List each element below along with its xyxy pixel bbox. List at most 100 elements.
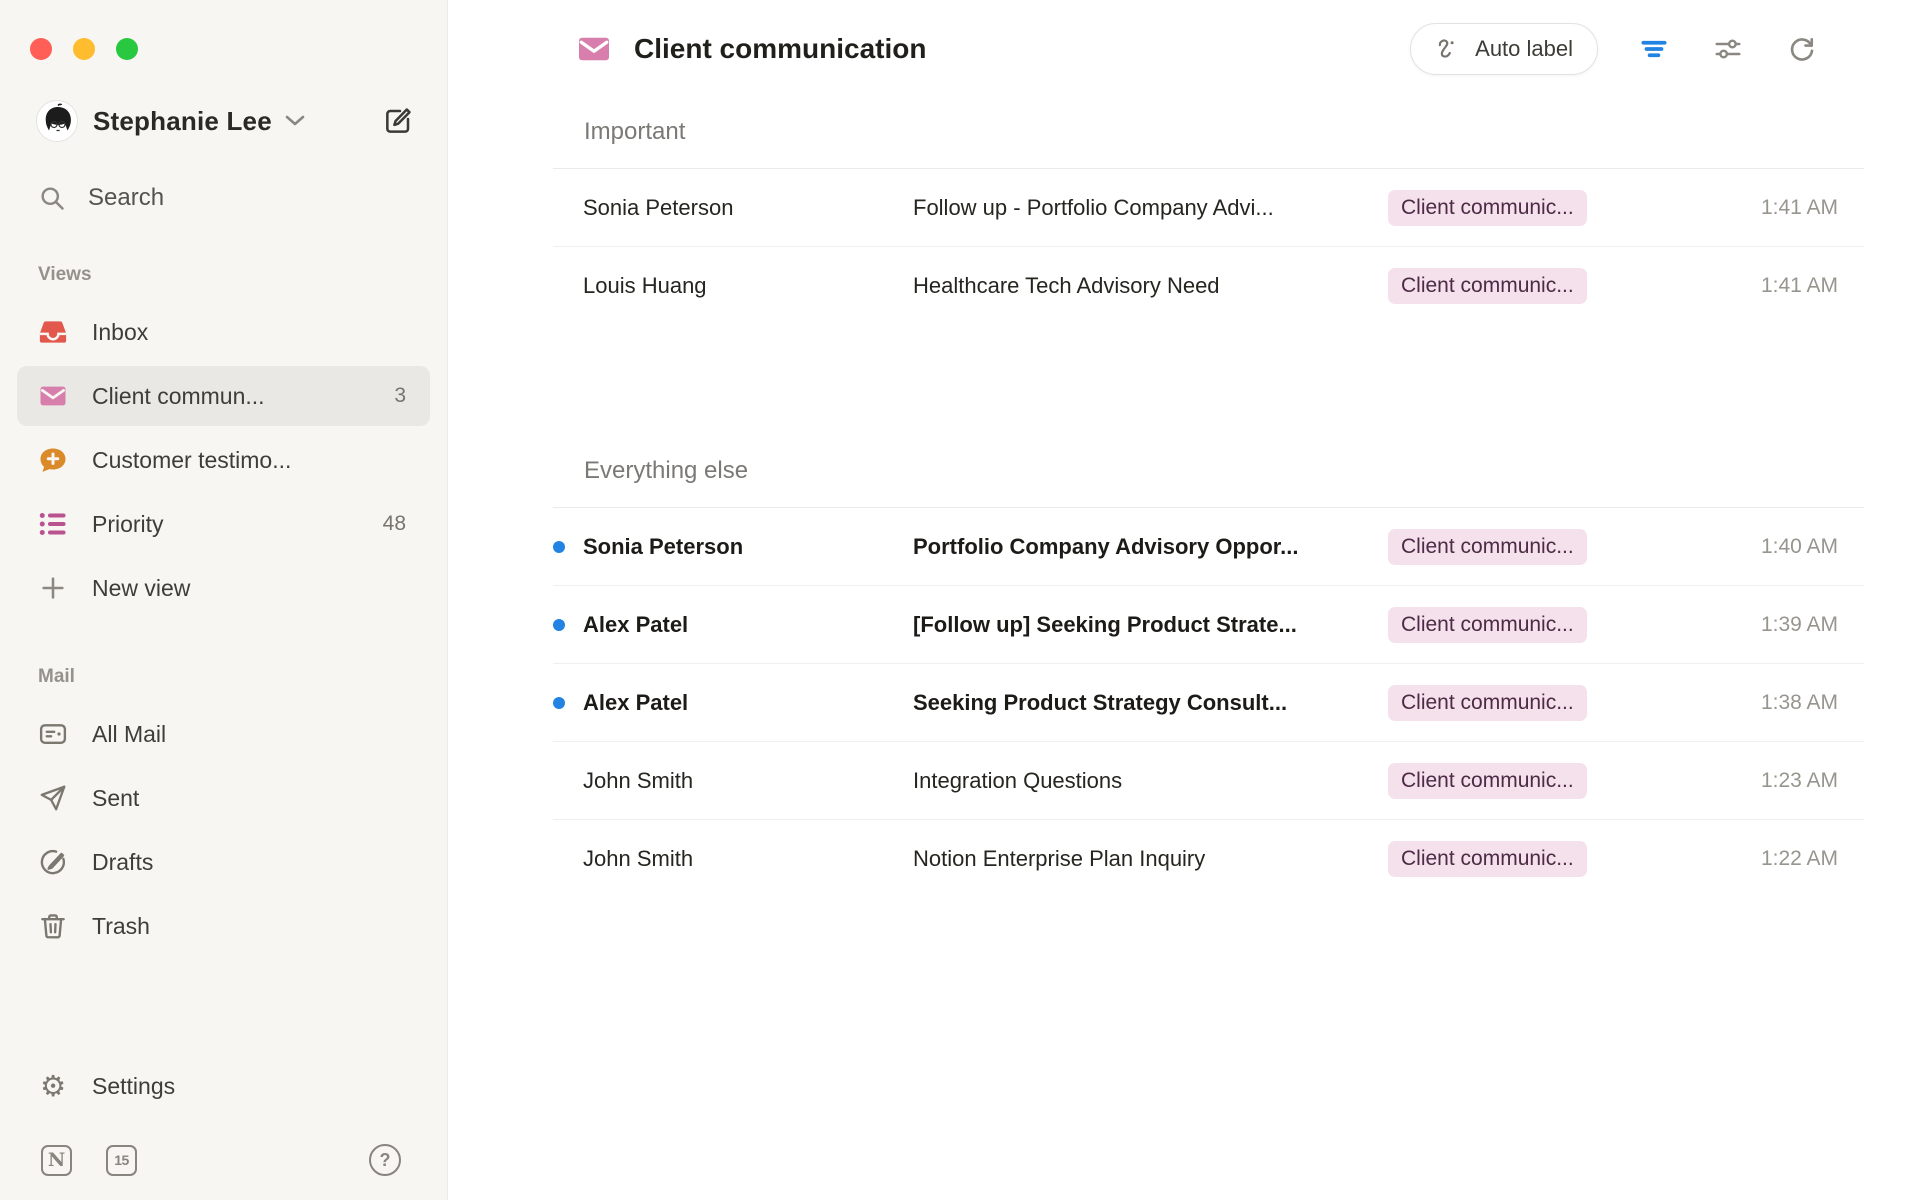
sidebar-footer: N 15 ? — [0, 1118, 447, 1200]
email-sender: Louis Huang — [583, 273, 913, 299]
search-label: Search — [88, 184, 164, 212]
section-title-important: Important — [553, 98, 1864, 169]
sidebar-item-label: Priority — [92, 511, 164, 538]
email-time: 1:39 AM — [1638, 613, 1864, 637]
sidebar-item-all-mail[interactable]: All Mail — [17, 704, 430, 764]
all-mail-icon — [37, 718, 69, 750]
refresh-icon[interactable] — [1784, 31, 1820, 67]
sidebar-item-trash[interactable]: Trash — [17, 896, 430, 956]
help-icon[interactable]: ? — [369, 1144, 401, 1176]
filter-icon[interactable] — [1636, 31, 1672, 67]
everything-else-section-rows: Sonia Peterson Portfolio Company Advisor… — [553, 508, 1864, 898]
email-sender: Alex Patel — [583, 612, 913, 638]
email-label-badge[interactable]: Client communic... — [1388, 268, 1587, 304]
auto-label-button[interactable]: Auto label — [1410, 23, 1598, 75]
priority-icon — [37, 508, 69, 540]
compose-icon[interactable] — [382, 105, 414, 137]
email-row[interactable]: Louis Huang Healthcare Tech Advisory Nee… — [553, 247, 1864, 325]
email-time: 1:22 AM — [1638, 847, 1864, 871]
mail-label-icon — [37, 380, 69, 412]
unread-dot — [553, 541, 565, 553]
window-controls — [0, 0, 447, 60]
sidebar-item-label: Client commun... — [92, 383, 265, 410]
email-subject: Healthcare Tech Advisory Need — [913, 273, 1388, 299]
chevron-down-icon[interactable] — [284, 114, 306, 128]
email-row[interactable]: Alex Patel [Follow up] Seeking Product S… — [553, 586, 1864, 664]
email-time: 1:40 AM — [1638, 535, 1864, 559]
email-time: 1:41 AM — [1638, 196, 1864, 220]
display-settings-icon[interactable] — [1710, 31, 1746, 67]
sidebar: Stephanie Lee Search Views Inbox — [0, 0, 448, 1200]
page-title: Client communication — [634, 33, 926, 65]
avatar[interactable] — [36, 100, 78, 142]
sidebar-item-sent[interactable]: Sent — [17, 768, 430, 828]
sidebar-item-customer-testimonials[interactable]: Customer testimo... — [17, 430, 430, 490]
sidebar-item-client-communication[interactable]: Client commun... 3 — [17, 366, 430, 426]
section-title-everything-else: Everything else — [553, 437, 1864, 508]
sidebar-item-label: New view — [92, 575, 190, 602]
email-sender: Sonia Peterson — [583, 534, 913, 560]
views-section-label: Views — [38, 264, 447, 286]
mail-label-icon — [576, 31, 612, 67]
priority-count-badge: 48 — [383, 512, 406, 536]
sidebar-item-new-view[interactable]: New view — [17, 558, 430, 618]
email-label-badge[interactable]: Client communic... — [1388, 190, 1587, 226]
main-panel: Client communication Auto label — [448, 0, 1920, 1200]
sidebar-item-settings[interactable]: ⚙ Settings — [17, 1056, 430, 1116]
inbox-icon — [37, 316, 69, 348]
minimize-window-button[interactable] — [73, 38, 95, 60]
email-row[interactable]: John Smith Notion Enterprise Plan Inquir… — [553, 820, 1864, 898]
email-row[interactable]: John Smith Integration Questions Client … — [553, 742, 1864, 820]
email-sender: John Smith — [583, 846, 913, 872]
email-row[interactable]: Sonia Peterson Follow up - Portfolio Com… — [553, 169, 1864, 247]
close-window-button[interactable] — [30, 38, 52, 60]
account-row: Stephanie Lee — [36, 100, 414, 142]
sidebar-item-label: Sent — [92, 785, 139, 812]
email-subject: Portfolio Company Advisory Oppor... — [913, 534, 1388, 560]
unread-dot — [553, 697, 565, 709]
auto-label-icon — [1435, 36, 1461, 62]
email-row[interactable]: Alex Patel Seeking Product Strategy Cons… — [553, 664, 1864, 742]
email-label-badge[interactable]: Client communic... — [1388, 763, 1587, 799]
sidebar-item-priority[interactable]: Priority 48 — [17, 494, 430, 554]
sidebar-item-drafts[interactable]: Drafts — [17, 832, 430, 892]
email-label-badge[interactable]: Client communic... — [1388, 685, 1587, 721]
email-label-badge[interactable]: Client communic... — [1388, 607, 1587, 643]
email-subject: Notion Enterprise Plan Inquiry — [913, 846, 1388, 872]
sidebar-item-label: Inbox — [92, 319, 148, 346]
auto-label-button-label: Auto label — [1475, 36, 1573, 62]
email-time: 1:23 AM — [1638, 769, 1864, 793]
sidebar-item-label: All Mail — [92, 721, 166, 748]
sent-icon — [37, 782, 69, 814]
sidebar-item-inbox[interactable]: Inbox — [17, 302, 430, 362]
view-header: Client communication Auto label — [448, 0, 1920, 98]
important-section-rows: Sonia Peterson Follow up - Portfolio Com… — [553, 169, 1864, 325]
trash-icon — [37, 910, 69, 942]
email-label-badge[interactable]: Client communic... — [1388, 529, 1587, 565]
email-list: Important Sonia Peterson Follow up - Por… — [448, 98, 1920, 898]
zoom-window-button[interactable] — [116, 38, 138, 60]
email-sender: Sonia Peterson — [583, 195, 913, 221]
email-subject: Integration Questions — [913, 768, 1388, 794]
sidebar-item-label: Settings — [92, 1073, 175, 1100]
account-name: Stephanie Lee — [93, 106, 272, 137]
sidebar-item-label: Customer testimo... — [92, 447, 291, 474]
email-subject: Follow up - Portfolio Company Advi... — [913, 195, 1388, 221]
email-sender: Alex Patel — [583, 690, 913, 716]
email-time: 1:38 AM — [1638, 691, 1864, 715]
email-sender: John Smith — [583, 768, 913, 794]
mail-section-label: Mail — [38, 666, 447, 688]
unread-dot — [553, 619, 565, 631]
gear-icon: ⚙ — [37, 1070, 69, 1102]
search-input[interactable]: Search — [38, 184, 414, 212]
drafts-icon — [37, 846, 69, 878]
testimonial-icon — [37, 444, 69, 476]
plus-icon — [37, 572, 69, 604]
email-label-badge[interactable]: Client communic... — [1388, 841, 1587, 877]
calendar-icon[interactable]: 15 — [106, 1145, 137, 1176]
email-row[interactable]: Sonia Peterson Portfolio Company Advisor… — [553, 508, 1864, 586]
email-subject: [Follow up] Seeking Product Strate... — [913, 612, 1388, 638]
email-time: 1:41 AM — [1638, 274, 1864, 298]
sidebar-item-label: Drafts — [92, 849, 153, 876]
notion-logo-icon[interactable]: N — [41, 1145, 72, 1176]
